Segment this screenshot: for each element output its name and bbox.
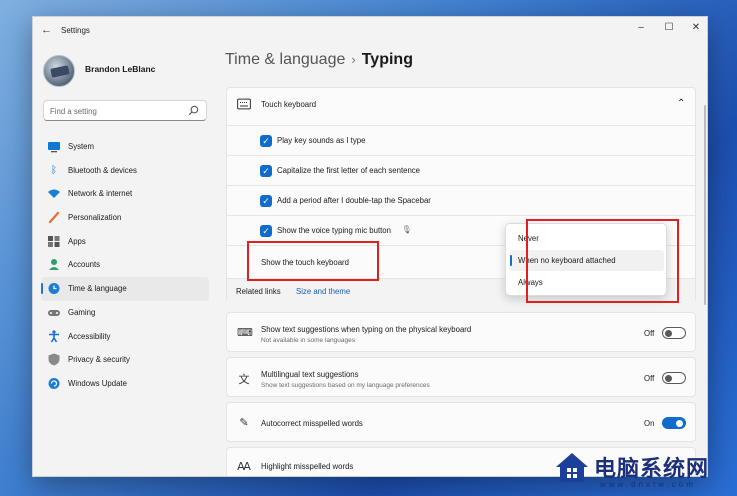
sidebar-item-label: Accessibility <box>68 331 111 341</box>
option-label: Play key sounds as I type <box>277 136 366 145</box>
watermark-text: 电脑系统网 <box>594 456 710 481</box>
highlight-box-dropdown <box>526 219 679 303</box>
keyboard-icon: ⌨ <box>237 327 253 339</box>
sidebar-item-time-language[interactable]: Time & language <box>41 277 209 301</box>
window-title: Settings <box>61 26 90 35</box>
sidebar-nav: System ᛒ Bluetooth & devices Network & i… <box>41 135 209 396</box>
sidebar-item-label: Privacy & security <box>68 355 130 365</box>
setting-subtitle: Not available in some languages <box>261 337 355 344</box>
breadcrumb: Time & language › Typing <box>225 51 413 69</box>
text-suggestions-row: ⌨ Show text suggestions when typing on t… <box>226 312 696 352</box>
highlight-box-show-touch-keyboard <box>247 241 379 281</box>
sidebar-item-accessibility[interactable]: Accessibility <box>41 325 209 349</box>
search-placeholder: Find a setting <box>50 107 97 116</box>
breadcrumb-parent[interactable]: Time & language <box>225 51 345 68</box>
checkbox-checked-icon[interactable]: ✓ <box>260 165 272 177</box>
sidebar-item-label: Apps <box>68 236 86 246</box>
multilingual-suggestions-row: 文 Multilingual text suggestions Show tex… <box>226 357 696 397</box>
toggle-knob <box>665 375 672 382</box>
touch-keyboard-title: Touch keyboard <box>261 100 317 109</box>
sidebar-item-gaming[interactable]: Gaming <box>41 301 209 325</box>
sidebar-item-windows-update[interactable]: Windows Update <box>41 372 209 396</box>
sidebar-item-label: Windows Update <box>68 378 127 388</box>
apps-icon <box>48 235 60 247</box>
checkbox-checked-icon[interactable]: ✓ <box>260 135 272 147</box>
search-box[interactable]: Find a setting <box>43 100 207 121</box>
monitor-icon <box>48 142 60 153</box>
accessibility-icon <box>49 329 59 342</box>
spellcheck-icon: Ꜳ <box>237 461 251 473</box>
sidebar-item-label: Personalization <box>68 213 122 223</box>
scrollbar[interactable] <box>704 105 706 305</box>
close-icon[interactable]: ✕ <box>686 22 706 33</box>
update-icon <box>48 377 60 389</box>
autocorrect-toggle[interactable] <box>662 417 686 429</box>
chevron-up-icon[interactable]: ⌃ <box>677 98 685 109</box>
search-icon <box>188 105 199 116</box>
breadcrumb-separator: › <box>351 52 356 67</box>
option-label: Add a period after I double-tap the Spac… <box>277 196 431 205</box>
touch-keyboard-header[interactable]: Touch keyboard ⌃ <box>227 88 695 121</box>
microphone-icon: 🎙 <box>402 225 412 234</box>
toggle-state: Off <box>644 374 655 383</box>
multilingual-toggle[interactable] <box>662 372 686 384</box>
sidebar-item-label: Gaming <box>68 307 96 317</box>
sidebar-item-label: Accounts <box>68 260 101 270</box>
option-label: Show the voice typing mic button <box>277 226 391 235</box>
sidebar-item-system[interactable]: System <box>41 135 209 159</box>
checkbox-checked-icon[interactable]: ✓ <box>260 225 272 237</box>
maximize-icon[interactable]: ☐ <box>659 22 679 33</box>
option-key-sounds[interactable]: ✓ Play key sounds as I type <box>227 125 695 155</box>
sidebar-item-label: Network & internet <box>68 189 133 199</box>
toggle-state: Off <box>644 329 655 338</box>
related-links-label: Related links <box>236 287 281 296</box>
sidebar-item-personalization[interactable]: Personalization <box>41 206 209 230</box>
size-and-theme-link[interactable]: Size and theme <box>296 287 350 296</box>
sidebar-item-label: System <box>68 142 94 151</box>
wifi-icon <box>48 189 60 199</box>
sidebar-item-privacy[interactable]: Privacy & security <box>41 348 209 372</box>
globe-clock-icon <box>48 283 60 295</box>
toggle-state: On <box>644 419 655 428</box>
profile-name: Brandon LeBlanc <box>85 64 156 74</box>
sidebar-item-bluetooth[interactable]: ᛒ Bluetooth & devices <box>41 159 209 183</box>
toggle-knob <box>676 420 683 427</box>
back-arrow-icon[interactable]: ← <box>41 24 52 36</box>
language-icon: 文 <box>238 374 250 386</box>
setting-title: Autocorrect misspelled words <box>261 419 363 428</box>
setting-title: Multilingual text suggestions <box>261 370 359 379</box>
watermark-url: www.dnxtw.com <box>600 480 696 489</box>
option-period[interactable]: ✓ Add a period after I double-tap the Sp… <box>227 185 695 215</box>
house-logo-icon <box>556 453 588 482</box>
toggle-knob <box>665 330 672 337</box>
bluetooth-icon: ᛒ <box>51 164 57 176</box>
keyboard-icon <box>237 98 251 110</box>
sidebar-item-network[interactable]: Network & internet <box>41 182 209 206</box>
option-label: Capitalize the first letter of each sent… <box>277 166 421 175</box>
shield-icon <box>48 353 60 366</box>
sidebar-item-apps[interactable]: Apps <box>41 230 209 254</box>
minimize-icon[interactable]: – <box>631 22 651 33</box>
gamepad-icon <box>48 309 60 316</box>
checkbox-checked-icon[interactable]: ✓ <box>260 195 272 207</box>
watermark: 电脑系统网 www.dnxtw.com <box>548 445 737 496</box>
sidebar-item-accounts[interactable]: Accounts <box>41 253 209 277</box>
text-suggestions-toggle[interactable] <box>662 327 686 339</box>
autocorrect-row: ✎ Autocorrect misspelled words On <box>226 402 696 442</box>
brush-icon <box>48 211 60 224</box>
person-icon <box>49 259 59 271</box>
autocorrect-icon: ✎ <box>239 417 249 429</box>
title-bar: ← Settings – ☐ ✕ <box>33 17 707 45</box>
avatar <box>43 55 75 87</box>
page-title: Typing <box>361 51 413 68</box>
setting-title: Highlight misspelled words <box>261 462 354 471</box>
option-capitalize[interactable]: ✓ Capitalize the first letter of each se… <box>227 155 695 185</box>
sidebar-item-label: Bluetooth & devices <box>68 165 137 175</box>
sidebar-item-label: Time & language <box>68 284 127 294</box>
setting-subtitle: Show text suggestions based on my langua… <box>261 382 430 389</box>
setting-title: Show text suggestions when typing on the… <box>261 325 472 334</box>
